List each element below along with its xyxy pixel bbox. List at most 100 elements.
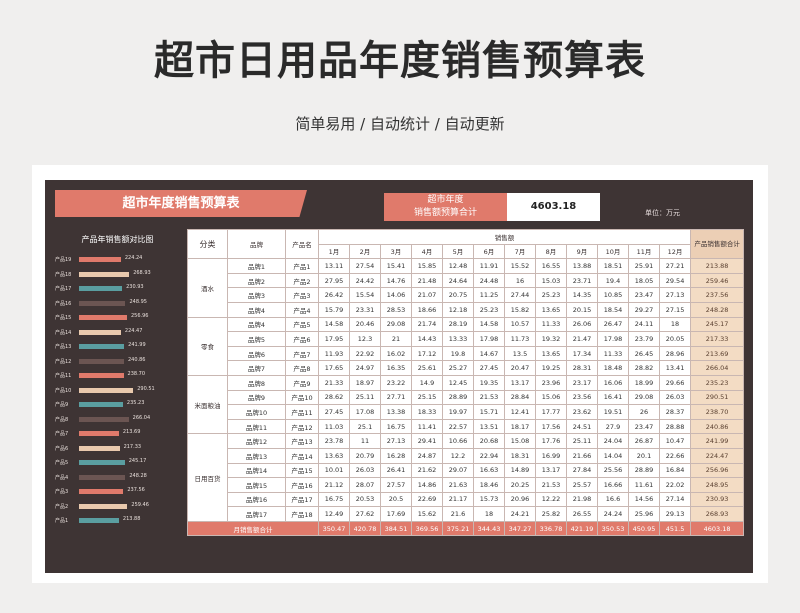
row-total-cell[interactable]: 245.17 <box>690 316 745 333</box>
value-cell[interactable]: 21.47 <box>566 331 598 347</box>
value-cell[interactable]: 10.47 <box>658 433 692 449</box>
value-cell[interactable]: 20.46 <box>349 316 381 333</box>
value-cell[interactable]: 26.45 <box>628 345 660 362</box>
value-cell[interactable]: 18.17 <box>504 418 536 435</box>
value-cell[interactable]: 15.73 <box>473 491 505 508</box>
value-cell[interactable]: 13.65 <box>535 345 567 362</box>
value-cell[interactable]: 12.2 <box>442 447 474 464</box>
row-total-cell[interactable]: 213.69 <box>690 345 745 362</box>
brand-cell[interactable]: 品牌14 <box>227 462 286 479</box>
value-cell[interactable]: 15.08 <box>504 433 536 449</box>
value-cell[interactable]: 20.75 <box>442 287 474 303</box>
value-cell[interactable]: 20.96 <box>504 491 536 508</box>
value-cell[interactable]: 17.69 <box>380 506 412 522</box>
value-cell[interactable]: 26 <box>628 404 660 420</box>
value-cell[interactable]: 20.47 <box>504 360 536 376</box>
value-cell[interactable]: 13.38 <box>380 404 412 420</box>
value-cell[interactable]: 15.62 <box>411 506 443 522</box>
value-cell[interactable]: 19.51 <box>597 404 629 420</box>
value-cell[interactable]: 21.66 <box>566 447 598 464</box>
value-cell[interactable]: 23.96 <box>535 374 567 391</box>
value-cell[interactable]: 29.27 <box>628 301 660 318</box>
value-cell[interactable]: 23.79 <box>628 331 660 347</box>
value-cell[interactable]: 27.95 <box>318 272 350 289</box>
value-cell[interactable]: 10.85 <box>597 287 629 303</box>
value-cell[interactable]: 24.87 <box>411 447 443 464</box>
value-cell[interactable]: 25.23 <box>535 287 567 303</box>
value-cell[interactable]: 16.63 <box>473 462 505 479</box>
value-cell[interactable]: 15.41 <box>380 258 412 274</box>
value-cell[interactable]: 10.66 <box>442 433 474 449</box>
value-cell[interactable]: 20.79 <box>349 447 381 464</box>
value-cell[interactable]: 16.99 <box>535 447 567 464</box>
value-cell[interactable]: 25.96 <box>628 506 660 522</box>
value-cell[interactable]: 25.11 <box>566 433 598 449</box>
value-cell[interactable]: 11.33 <box>597 345 629 362</box>
value-cell[interactable]: 21.53 <box>535 477 567 493</box>
value-cell[interactable]: 21.53 <box>473 389 505 406</box>
row-total-cell[interactable]: 213.88 <box>690 258 745 274</box>
value-cell[interactable]: 23.31 <box>349 301 381 318</box>
value-cell[interactable]: 19.32 <box>535 331 567 347</box>
value-cell[interactable]: 18.66 <box>411 301 443 318</box>
brand-cell[interactable]: 品牌15 <box>227 477 286 493</box>
row-total-cell[interactable]: 266.04 <box>690 360 745 376</box>
brand-cell[interactable]: 品牌8 <box>227 374 286 391</box>
monthly-total-cell[interactable]: 369.56 <box>411 520 443 537</box>
value-cell[interactable]: 17.76 <box>535 433 567 449</box>
value-cell[interactable]: 19.8 <box>442 345 474 362</box>
value-cell[interactable]: 22.66 <box>658 447 692 464</box>
value-cell[interactable]: 24.04 <box>597 433 629 449</box>
value-cell[interactable]: 16.28 <box>380 447 412 464</box>
value-cell[interactable]: 24.64 <box>442 272 474 289</box>
value-cell[interactable]: 11.33 <box>535 316 567 333</box>
value-cell[interactable]: 26.03 <box>349 462 381 479</box>
row-total-cell[interactable]: 240.86 <box>690 418 745 435</box>
value-cell[interactable]: 16.41 <box>597 389 629 406</box>
value-cell[interactable]: 25.57 <box>566 477 598 493</box>
value-cell[interactable]: 15.03 <box>535 272 567 289</box>
value-cell[interactable]: 27.45 <box>318 404 350 420</box>
value-cell[interactable]: 13.65 <box>535 301 567 318</box>
value-cell[interactable]: 26.47 <box>597 316 629 333</box>
value-cell[interactable]: 18 <box>473 506 505 522</box>
brand-cell[interactable]: 品牌9 <box>227 389 286 406</box>
value-cell[interactable]: 23.78 <box>318 433 350 449</box>
value-cell[interactable]: 20.1 <box>628 447 660 464</box>
value-cell[interactable]: 22.92 <box>349 345 381 362</box>
value-cell[interactable]: 28.31 <box>566 360 598 376</box>
value-cell[interactable]: 27.57 <box>380 477 412 493</box>
brand-cell[interactable]: 品牌16 <box>227 491 286 508</box>
value-cell[interactable]: 17.77 <box>535 404 567 420</box>
value-cell[interactable]: 11.73 <box>504 331 536 347</box>
value-cell[interactable]: 27.62 <box>349 506 381 522</box>
value-cell[interactable]: 15.06 <box>535 389 567 406</box>
monthly-total-cell[interactable]: 384.51 <box>380 520 412 537</box>
value-cell[interactable]: 27.21 <box>658 258 692 274</box>
monthly-total-cell[interactable]: 420.78 <box>349 520 381 537</box>
value-cell[interactable]: 18.33 <box>411 404 443 420</box>
grand-total-cell[interactable]: 4603.18 <box>690 520 745 537</box>
value-cell[interactable]: 17.65 <box>318 360 350 376</box>
value-cell[interactable]: 25.15 <box>411 389 443 406</box>
value-cell[interactable]: 23.71 <box>566 272 598 289</box>
value-cell[interactable]: 24.97 <box>349 360 381 376</box>
value-cell[interactable]: 18.99 <box>628 374 660 391</box>
value-cell[interactable]: 18.46 <box>473 477 505 493</box>
brand-cell[interactable]: 品牌7 <box>227 360 286 376</box>
value-cell[interactable]: 15.52 <box>504 258 536 274</box>
value-cell[interactable]: 20.5 <box>380 491 412 508</box>
value-cell[interactable]: 14.56 <box>628 491 660 508</box>
product-cell[interactable]: 产品7 <box>285 345 319 362</box>
value-cell[interactable]: 17.98 <box>473 331 505 347</box>
value-cell[interactable]: 22.69 <box>411 491 443 508</box>
product-cell[interactable]: 产品15 <box>285 462 319 479</box>
value-cell[interactable]: 12.3 <box>349 331 381 347</box>
value-cell[interactable]: 25.1 <box>349 418 381 435</box>
value-cell[interactable]: 14.9 <box>411 374 443 391</box>
product-cell[interactable]: 产品6 <box>285 331 319 347</box>
value-cell[interactable]: 20.05 <box>658 331 692 347</box>
value-cell[interactable]: 28.82 <box>628 360 660 376</box>
monthly-total-cell[interactable]: 451.5 <box>658 520 692 537</box>
value-cell[interactable]: 23.47 <box>628 418 660 435</box>
